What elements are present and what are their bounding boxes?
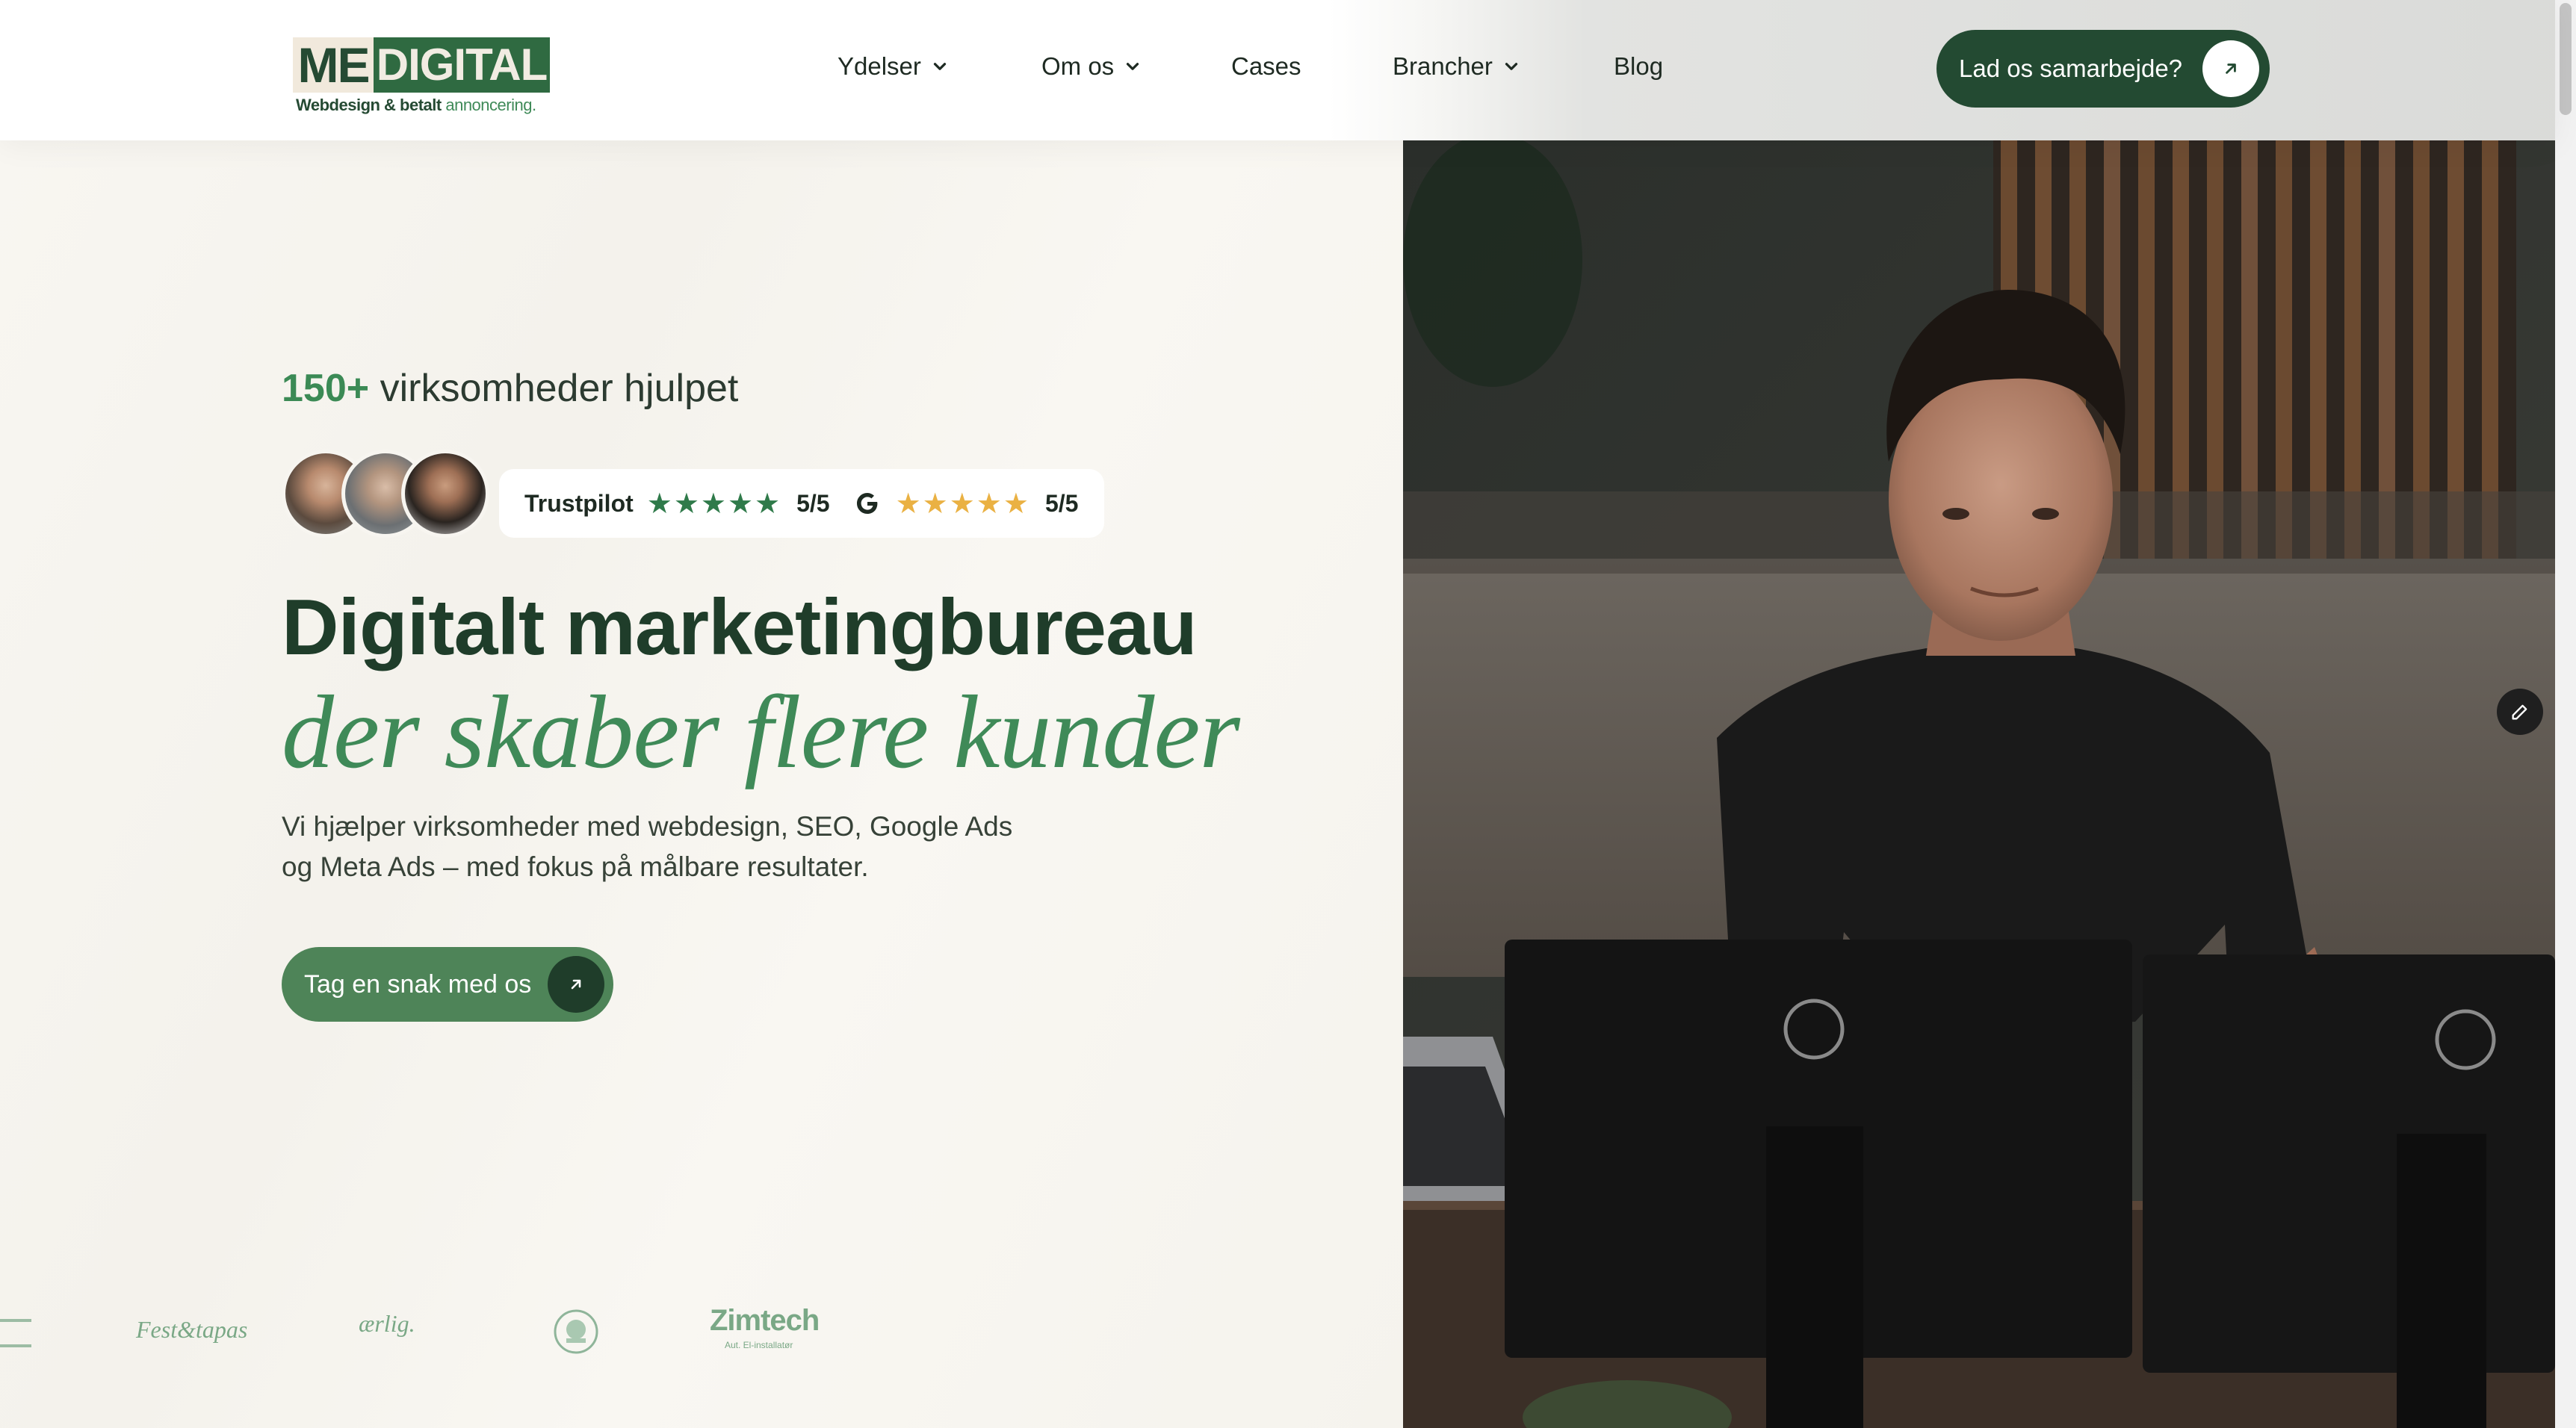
scrollbar-thumb[interactable]	[2560, 3, 2572, 115]
client-logo-fest-tapas: Fest&tapas	[136, 1316, 248, 1343]
client-logo-aerlig: ærlig.	[359, 1310, 415, 1337]
clients-helped-stat: 150+ virksomheder hjulpet	[282, 366, 738, 411]
google-score: 5/5	[1044, 489, 1079, 517]
site-header: ME DIGITAL Webdesign & betalt annoncerin…	[0, 0, 2555, 140]
client-logo-partial	[0, 1319, 31, 1347]
nav-blog[interactable]: Blog	[1614, 52, 1663, 81]
header-cta-button[interactable]: Lad os samarbejde?	[1936, 30, 2270, 108]
trustpilot-score: 5/5	[796, 489, 830, 517]
google-stars: ★★★★★	[895, 488, 1030, 520]
chevron-down-icon	[1127, 63, 1139, 70]
client-logo-emblem	[554, 1309, 598, 1354]
client-logo-zimtech-sub: Aut. El-installatør	[725, 1340, 793, 1350]
chevron-down-icon	[1505, 63, 1518, 70]
stat-number: 150+	[282, 367, 370, 410]
hero-headline-italic: der skaber flere kunder	[282, 674, 1240, 790]
logo-tagline: Webdesign & betalt annoncering.	[296, 96, 536, 115]
chevron-down-icon	[933, 63, 947, 70]
nav-ydelser[interactable]: Ydelser	[837, 52, 950, 81]
arrow-up-right-icon	[2202, 40, 2259, 97]
nav-ydelser-label: Ydelser	[837, 52, 921, 80]
site-logo[interactable]: ME DIGITAL Webdesign & betalt annoncerin…	[293, 37, 554, 119]
talk-to-us-button[interactable]: Tag en snak med os	[282, 947, 613, 1022]
stat-text: virksomheder hjulpet	[369, 367, 739, 410]
trustpilot-label: Trustpilot	[524, 489, 634, 517]
avatar	[401, 450, 489, 538]
edit-image-button[interactable]	[2497, 689, 2543, 735]
nav-brancher-label: Brancher	[1393, 52, 1493, 80]
ratings-badge: Trustpilot ★★★★★ 5/5 ★★★★★ 5/5	[499, 469, 1104, 538]
nav-cases[interactable]: Cases	[1231, 52, 1301, 81]
customer-avatars	[282, 450, 491, 538]
nav-om-os[interactable]: Om os	[1041, 52, 1142, 81]
hero-photo-illustration	[1403, 140, 2555, 1428]
client-logo-strip: Fest&tapas ærlig. Zimtech Aut. El-instal…	[0, 1300, 897, 1359]
trustpilot-stars: ★★★★★	[646, 488, 782, 520]
hero-photo	[1403, 140, 2555, 1428]
client-logo-zimtech: Zimtech	[710, 1304, 820, 1337]
arrow-up-right-icon	[548, 956, 604, 1013]
hero-lead-text: Vi hjælper virksomheder med webdesign, S…	[282, 811, 1013, 882]
nav-om-os-label: Om os	[1041, 52, 1115, 80]
logo-wordmark: ME DIGITAL	[293, 37, 551, 93]
logo-tagline-main: Webdesign & betalt	[296, 96, 446, 114]
header-cta-label: Lad os samarbejde?	[1959, 55, 2183, 82]
nav-brancher[interactable]: Brancher	[1393, 52, 1521, 81]
nav-blog-label: Blog	[1614, 52, 1664, 80]
logo-tagline-accent: annoncering.	[445, 96, 536, 114]
page-scrollbar[interactable]	[2555, 0, 2576, 1428]
logo-me: ME	[293, 37, 374, 93]
nav-cases-label: Cases	[1231, 52, 1301, 80]
talk-to-us-label: Tag en snak med os	[304, 969, 532, 999]
logo-digital: DIGITAL	[374, 37, 550, 93]
hero-headline: Digitalt marketingbureau	[282, 583, 1198, 671]
pencil-icon	[2512, 704, 2527, 720]
google-icon	[856, 493, 877, 514]
